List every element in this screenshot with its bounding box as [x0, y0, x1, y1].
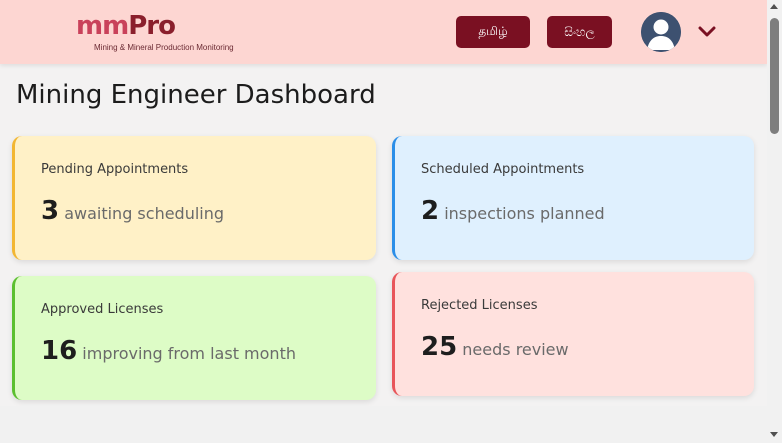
logo-subtitle: Mining & Mineral Production Monitoring: [94, 43, 234, 52]
card-description: awaiting scheduling: [64, 204, 225, 223]
card-number: 16: [41, 336, 78, 366]
page-title: Mining Engineer Dashboard: [16, 80, 376, 110]
card-value-line: 2 inspections planned: [421, 196, 605, 226]
logo-mm: mm: [76, 11, 129, 41]
card-number: 25: [421, 332, 458, 362]
scrollbar-thumb[interactable]: [770, 18, 779, 134]
stat-card-pending-appointments[interactable]: Pending Appointments 3 awaiting scheduli…: [12, 136, 376, 260]
stat-card-rejected-licenses[interactable]: Rejected Licenses 25 needs review: [392, 272, 754, 396]
card-value-line: 3 awaiting scheduling: [41, 196, 224, 226]
card-description: improving from last month: [82, 344, 296, 363]
card-label: Scheduled Appointments: [421, 162, 585, 177]
card-number: 3: [41, 196, 60, 226]
card-description: needs review: [462, 340, 569, 359]
card-value-line: 25 needs review: [421, 332, 569, 362]
scroll-up-arrow-icon[interactable]: [770, 4, 778, 9]
stat-card-approved-licenses[interactable]: Approved Licenses 16 improving from last…: [12, 276, 376, 400]
card-label: Approved Licenses: [41, 302, 164, 317]
language-sinhala-button[interactable]: සිංහල: [547, 16, 612, 48]
mmpro-logo[interactable]: mmPro Mining & Mineral Production Monito…: [76, 11, 234, 52]
chevron-down-icon[interactable]: [698, 24, 716, 38]
scroll-down-arrow-icon[interactable]: [770, 432, 778, 437]
stat-card-scheduled-appointments[interactable]: Scheduled Appointments 2 inspections pla…: [392, 136, 754, 260]
language-tamil-button[interactable]: தமிழ்: [456, 16, 530, 48]
bottom-panel: [0, 406, 767, 443]
card-label: Rejected Licenses: [421, 298, 538, 313]
user-avatar-icon[interactable]: [641, 12, 681, 52]
top-header: mmPro Mining & Mineral Production Monito…: [0, 0, 767, 64]
card-number: 2: [421, 196, 440, 226]
card-value-line: 16 improving from last month: [41, 336, 296, 366]
card-description: inspections planned: [444, 204, 605, 223]
card-label: Pending Appointments: [41, 162, 189, 177]
logo-pro: Pro: [128, 11, 176, 41]
logo-wordmark: mmPro: [76, 11, 234, 41]
